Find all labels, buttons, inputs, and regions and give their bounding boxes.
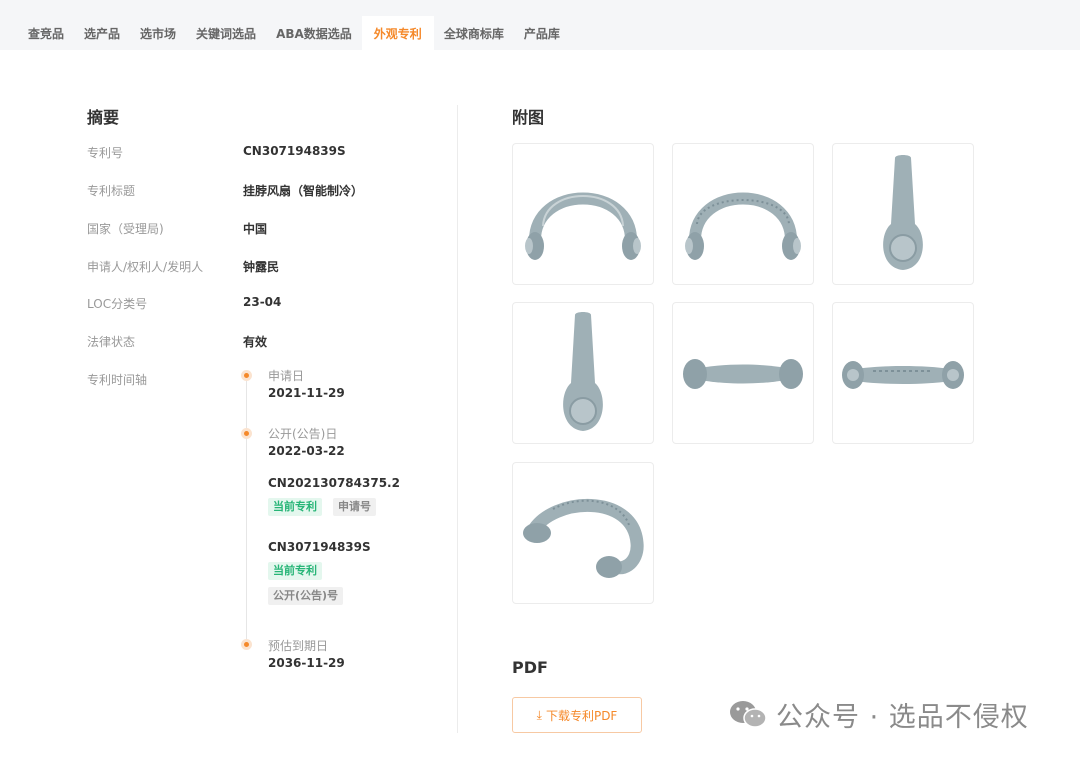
label-loc-class: LOC分类号 bbox=[87, 297, 148, 311]
value-loc-class: 23-04 bbox=[243, 295, 282, 309]
publication-number: CN307194839S bbox=[268, 540, 371, 554]
figure-thumb-7[interactable] bbox=[512, 462, 654, 604]
label-legal-status: 法律状态 bbox=[87, 335, 136, 349]
timeline-publish-date: 2022-03-22 bbox=[268, 444, 345, 458]
application-number: CN202130784375.2 bbox=[268, 476, 400, 490]
download-pdf-button[interactable]: ⤓ 下载专利PDF bbox=[512, 697, 642, 733]
timeline-expire-label: 预估到期日 bbox=[268, 639, 329, 653]
wechat-icon bbox=[730, 701, 767, 728]
tag-application-number: 申请号 bbox=[333, 498, 376, 516]
neck-fan-back-view-icon bbox=[685, 192, 801, 260]
nav-tabs: 查竞品 选产品 选市场 关键词选品 ABA数据选品 外观专利 全球商标库 产品库 bbox=[18, 16, 570, 50]
timeline-apply-label: 申请日 bbox=[268, 369, 305, 383]
tag-publication-number: 公开(公告)号 bbox=[268, 587, 344, 605]
tab-competitor[interactable]: 查竞品 bbox=[18, 16, 74, 50]
tab-global-trademark[interactable]: 全球商标库 bbox=[434, 16, 514, 50]
timeline-dot-publish bbox=[241, 428, 252, 439]
timeline-line bbox=[246, 378, 247, 644]
figure-thumb-6[interactable] bbox=[832, 302, 974, 444]
neck-fan-right-view-icon bbox=[563, 312, 603, 431]
timeline-expire-date: 2036-11-29 bbox=[268, 656, 345, 670]
label-patent-number: 专利号 bbox=[87, 146, 124, 160]
label-applicant: 申请人/权利人/发明人 bbox=[87, 260, 204, 274]
value-patent-title: 挂脖风扇（智能制冷） bbox=[243, 184, 364, 198]
tab-select-market[interactable]: 选市场 bbox=[130, 16, 186, 50]
label-country: 国家（受理局) bbox=[87, 222, 164, 236]
tab-product-library[interactable]: 产品库 bbox=[514, 16, 570, 50]
timeline-publish-label: 公开(公告)日 bbox=[268, 427, 338, 441]
figure-thumb-4[interactable] bbox=[512, 302, 654, 444]
figure-thumb-3[interactable] bbox=[832, 143, 974, 285]
timeline-dot-apply bbox=[241, 370, 252, 381]
timeline-apply-date: 2021-11-29 bbox=[268, 386, 345, 400]
value-applicant: 钟露民 bbox=[243, 260, 280, 274]
neck-fan-perspective-view-icon bbox=[523, 499, 644, 578]
value-country: 中国 bbox=[243, 222, 268, 236]
tab-select-product[interactable]: 选产品 bbox=[74, 16, 130, 50]
label-timeline: 专利时间轴 bbox=[87, 373, 148, 387]
timeline-dot-expire bbox=[241, 639, 252, 650]
top-nav: 查竞品 选产品 选市场 关键词选品 ABA数据选品 外观专利 全球商标库 产品库 bbox=[0, 0, 1080, 50]
figures-title: 附图 bbox=[512, 108, 545, 127]
pdf-title: PDF bbox=[512, 658, 548, 677]
tab-aba-data[interactable]: ABA数据选品 bbox=[266, 16, 362, 50]
value-legal-status: 有效 bbox=[243, 335, 268, 349]
figure-thumb-2[interactable] bbox=[672, 143, 814, 285]
neck-fan-left-view-icon bbox=[883, 155, 923, 270]
figure-thumb-1[interactable] bbox=[512, 143, 654, 285]
download-pdf-label: 下载专利PDF bbox=[545, 708, 618, 723]
neck-fan-top-view-icon bbox=[683, 359, 803, 389]
wechat-watermark: 公众号 · 选品不侵权 bbox=[728, 694, 1029, 734]
column-divider bbox=[457, 105, 458, 733]
tag-current-patent-2: 当前专利 bbox=[268, 562, 322, 580]
watermark-text: 公众号 · 选品不侵权 bbox=[776, 701, 1029, 733]
tag-current-patent: 当前专利 bbox=[268, 498, 322, 516]
neck-fan-front-view-icon bbox=[525, 192, 641, 260]
summary-title: 摘要 bbox=[87, 108, 120, 127]
tab-design-patent[interactable]: 外观专利 bbox=[361, 16, 434, 50]
figure-thumb-5[interactable] bbox=[672, 302, 814, 444]
download-icon: ⤓ bbox=[536, 707, 542, 722]
neck-fan-bottom-view-icon bbox=[842, 361, 964, 389]
label-patent-title: 专利标题 bbox=[87, 184, 136, 198]
tab-keyword-selection[interactable]: 关键词选品 bbox=[186, 16, 266, 50]
value-patent-number: CN307194839S bbox=[243, 144, 346, 158]
